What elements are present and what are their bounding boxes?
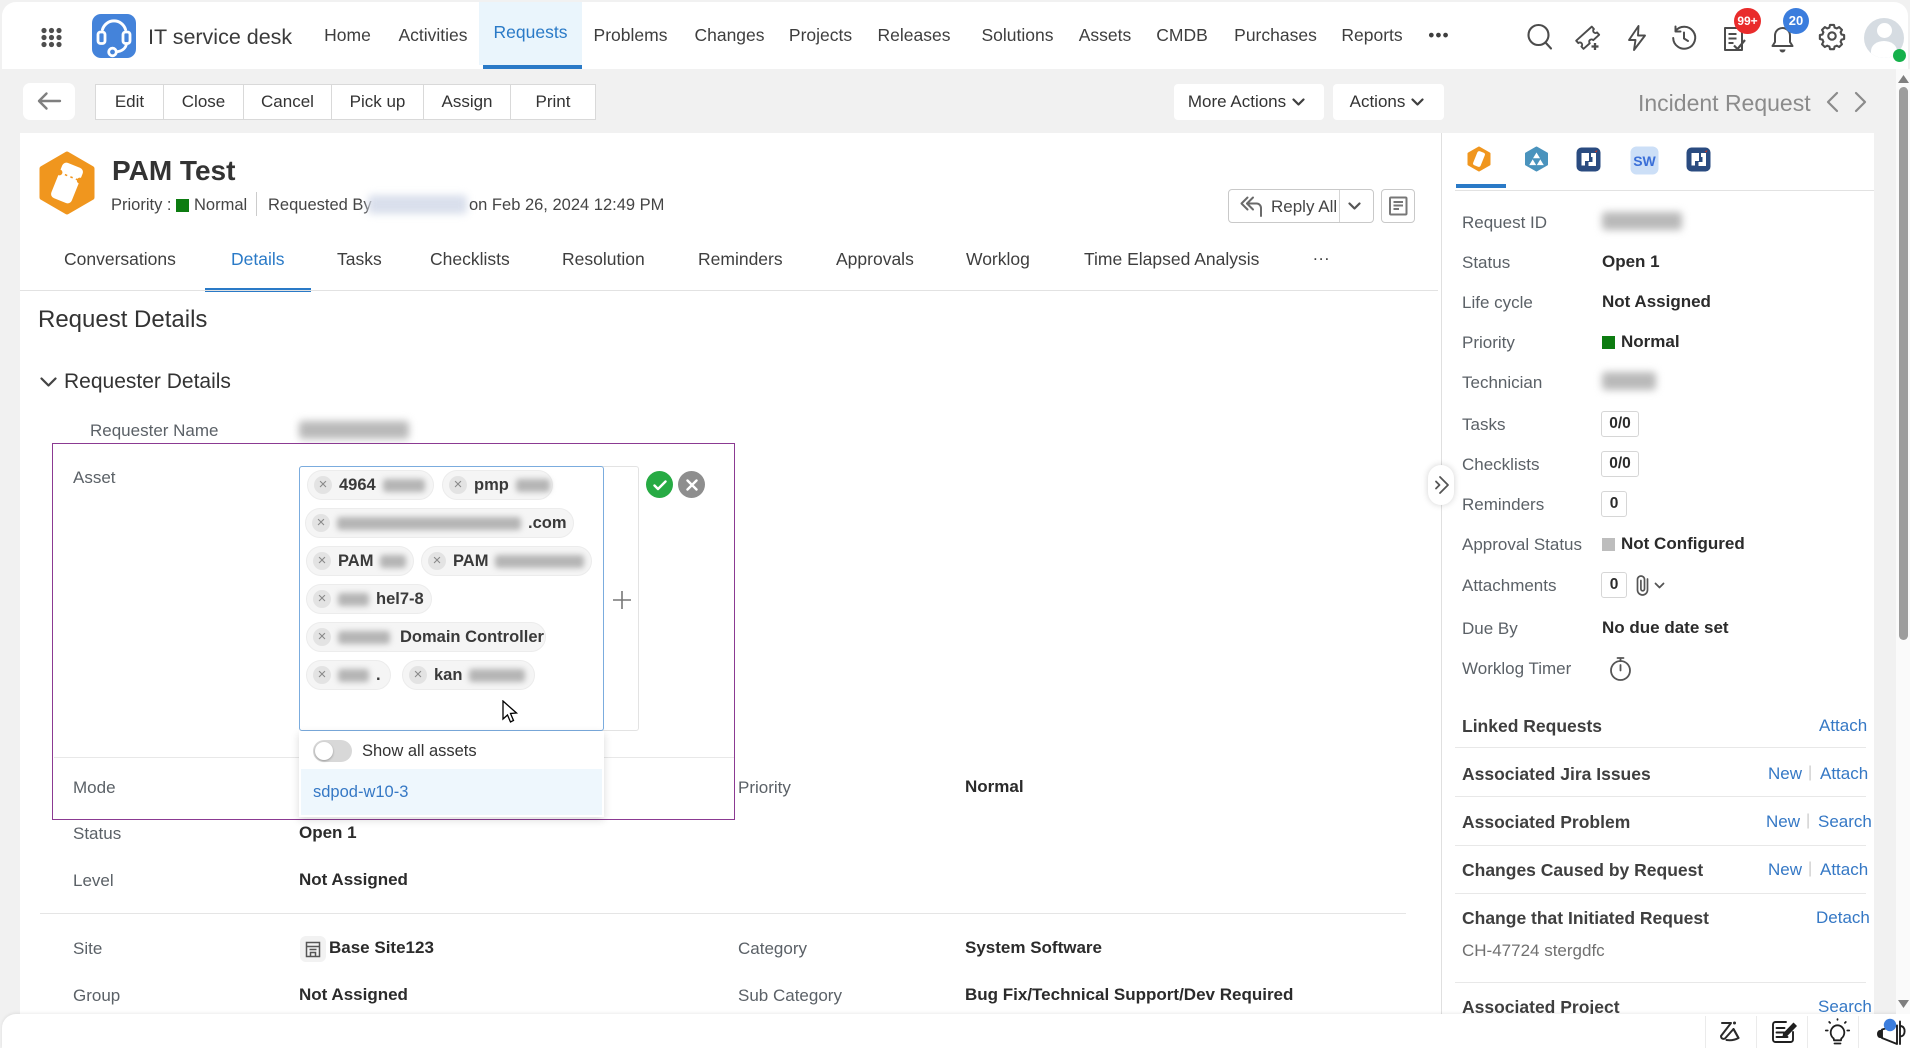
svg-text:SW: SW (1633, 153, 1656, 169)
